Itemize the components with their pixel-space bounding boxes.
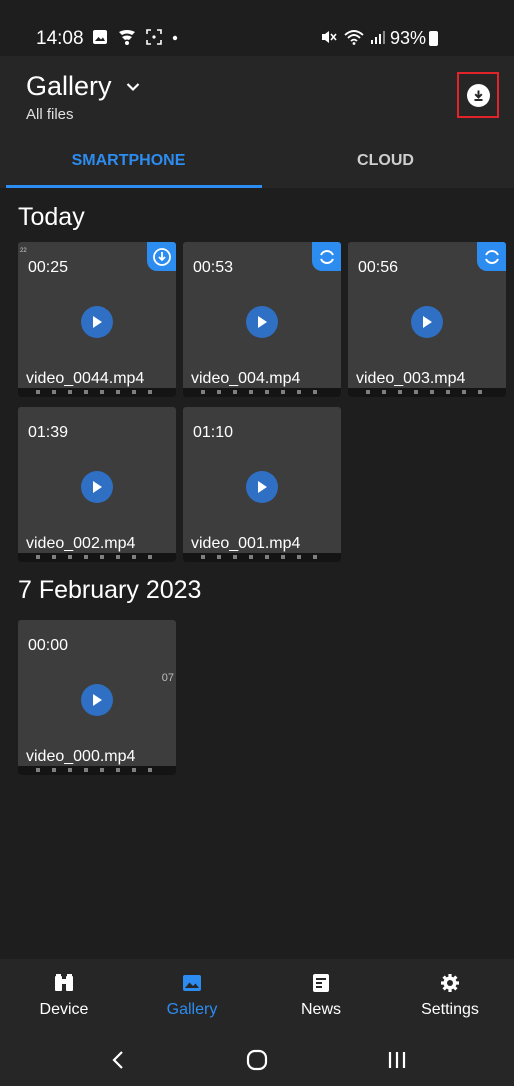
nav-item-device[interactable]: Device [0,959,128,1032]
video-thumbnail[interactable]: 00:00 07 video_000.mp4 [18,620,176,775]
home-icon[interactable] [237,1046,277,1074]
thumbnail-strip [183,388,341,397]
thumbnail-mark: 22 [20,248,27,254]
page-subtitle: All files [26,106,74,123]
video-filename: video_000.mp4 [26,748,136,765]
nav-label-news: News [300,1001,341,1018]
tab-cloud-label: CLOUD [357,152,414,169]
battery-percentage: 93% [390,28,427,48]
video-filename: video_0044.mp4 [26,370,145,387]
dot-icon [172,35,178,41]
signal-icon [371,31,385,44]
play-icon[interactable] [411,306,443,338]
play-icon[interactable] [81,684,113,716]
bottom-navigation: Device Gallery News Settings [0,959,514,1032]
tab-cloud[interactable]: CLOUD [257,144,514,188]
status-bar: 14:08 93% [0,0,514,56]
screenshot-icon [146,29,162,45]
sync-icon[interactable] [477,242,506,271]
mute-icon [322,31,337,43]
chevron-down-icon [126,82,139,91]
video-thumbnail[interactable]: 00:53 video_004.mp4 [183,242,341,397]
nav-label-settings: Settings [421,1001,479,1018]
nav-label-device: Device [39,1001,89,1018]
thumbnail-edge-text: 07 [161,672,174,684]
news-icon [313,974,329,992]
video-duration: 00:56 [358,259,399,276]
video-duration: 00:25 [28,259,69,276]
thumbnail-strip [183,553,341,562]
image-icon [93,30,107,44]
gallery-selector[interactable]: Gallery [26,71,140,102]
play-icon[interactable] [81,306,113,338]
video-thumbnail[interactable]: 00:56 video_003.mp4 [348,242,506,397]
video-filename: video_003.mp4 [356,370,466,387]
tab-indicator [6,185,262,188]
app-header: Gallery All files [0,56,514,144]
video-filename: video_004.mp4 [191,370,301,387]
thumbnail-strip [18,553,176,562]
wifi-icon [344,30,364,45]
gear-icon [441,974,459,992]
video-duration: 01:39 [28,424,69,441]
tab-smartphone-label: SMARTPHONE [71,152,186,169]
image-icon [183,975,201,991]
download-icon [466,83,490,107]
nav-item-gallery[interactable]: Gallery [128,959,256,1032]
nav-item-settings[interactable]: Settings [386,959,514,1032]
play-icon[interactable] [246,306,278,338]
video-duration: 00:00 [28,637,69,654]
sync-icon[interactable] [312,242,341,271]
video-duration: 00:53 [193,259,234,276]
binoculars-icon [55,974,73,991]
section-heading-date: 7 February 2023 [18,576,202,604]
thumbnail-strip [18,388,176,397]
download-circle-icon[interactable] [147,242,176,271]
video-thumbnail[interactable]: 01:10 video_001.mp4 [183,407,341,562]
thumbnail-strip [18,766,176,775]
video-thumbnail[interactable]: 01:39 video_002.mp4 [18,407,176,562]
thumbnail-strip [348,388,506,397]
status-time: 14:08 [36,28,84,49]
nav-label-gallery: Gallery [166,1001,218,1018]
recents-icon[interactable] [377,1046,417,1074]
video-filename: video_002.mp4 [26,535,136,552]
video-duration: 01:10 [193,424,234,441]
system-navigation [0,1032,514,1086]
back-icon[interactable] [98,1046,138,1074]
page-title: Gallery [26,71,112,101]
tab-smartphone[interactable]: SMARTPHONE [0,144,257,188]
section-heading-today: Today [18,203,85,231]
video-filename: video_001.mp4 [191,535,301,552]
play-icon[interactable] [81,471,113,503]
play-icon[interactable] [246,471,278,503]
tab-bar: SMARTPHONE CLOUD [0,144,514,188]
battery-icon [429,31,439,46]
download-button[interactable] [457,72,499,118]
pinwheel-icon [119,30,135,45]
video-thumbnail[interactable]: 22 00:25 video_0044.mp4 [18,242,176,397]
nav-item-news[interactable]: News [257,959,385,1032]
